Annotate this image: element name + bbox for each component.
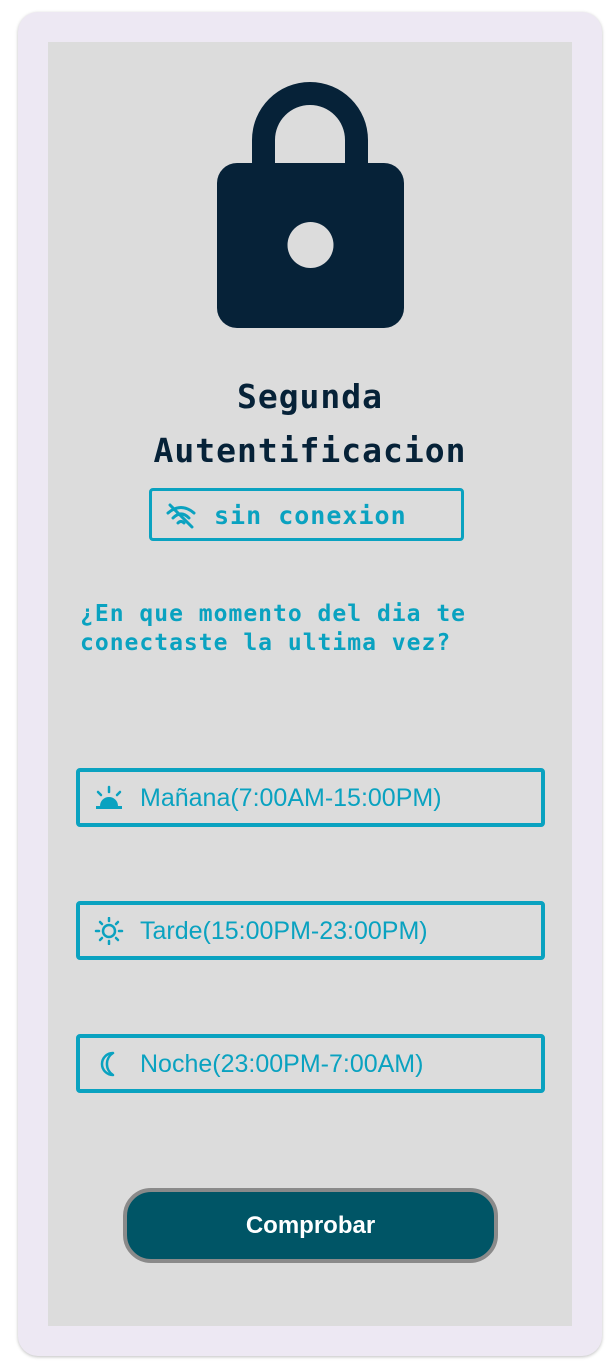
- lock-icon: [217, 82, 404, 328]
- security-question: ¿En que momento del dia te conectaste la…: [80, 601, 467, 656]
- title-line-1: Segunda: [236, 377, 384, 416]
- option-night[interactable]: Noche(23:00PM-7:00AM): [76, 1034, 545, 1093]
- sun-icon: [94, 917, 124, 945]
- option-afternoon[interactable]: Tarde(15:00PM-23:00PM): [76, 901, 545, 960]
- page-title: Segunda Autentificacion: [48, 370, 572, 478]
- moon-icon: [100, 1051, 115, 1077]
- wifi-off-icon: [166, 503, 196, 529]
- option-afternoon-label: Tarde(15:00PM-23:00PM): [140, 917, 428, 945]
- connection-status-label: sin conexion: [214, 501, 407, 530]
- connection-status-badge: sin conexion: [149, 488, 464, 541]
- title-line-2: Autentificacion: [153, 431, 467, 470]
- sunrise-icon: [96, 785, 122, 809]
- submit-button[interactable]: Comprobar: [123, 1188, 498, 1263]
- option-morning[interactable]: Mañana(7:00AM-15:00PM): [76, 768, 545, 827]
- option-night-label: Noche(23:00PM-7:00AM): [140, 1050, 424, 1078]
- option-morning-label: Mañana(7:00AM-15:00PM): [140, 784, 442, 812]
